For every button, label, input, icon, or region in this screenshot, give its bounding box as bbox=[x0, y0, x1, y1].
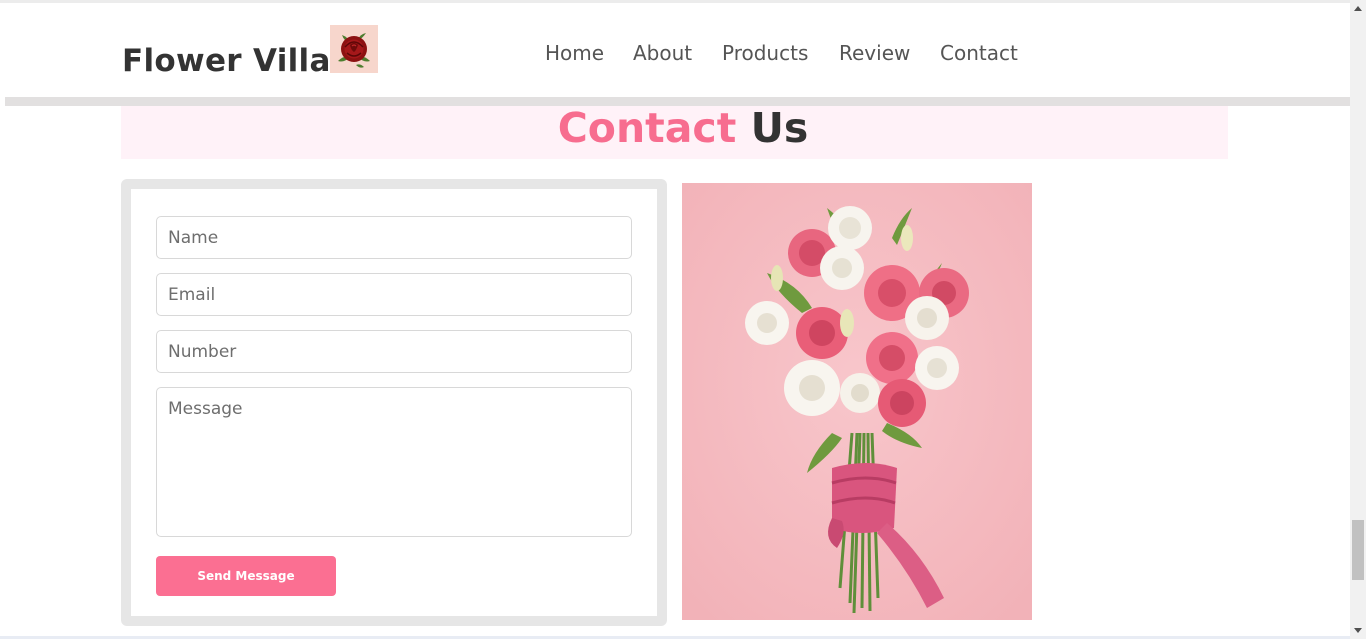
flower-bouquet-image bbox=[682, 183, 1032, 620]
send-message-button[interactable]: Send Message bbox=[156, 556, 336, 596]
rose-logo-icon bbox=[330, 25, 378, 73]
contact-heading-accent: Contact bbox=[557, 104, 737, 152]
scrollbar-thumb[interactable] bbox=[1352, 520, 1364, 580]
name-input[interactable] bbox=[156, 216, 632, 259]
number-input[interactable] bbox=[156, 330, 632, 373]
nav-contact[interactable]: Contact bbox=[940, 41, 1018, 65]
contact-heading: Contact Us bbox=[0, 104, 1366, 152]
nav-products[interactable]: Products bbox=[722, 41, 808, 65]
nav-about[interactable]: About bbox=[633, 41, 692, 65]
scroll-down-arrow-icon[interactable] bbox=[1354, 628, 1362, 633]
email-input[interactable] bbox=[156, 273, 632, 316]
site-header: Flower Villa Home About Products Review … bbox=[0, 3, 1350, 97]
nav-review[interactable]: Review bbox=[839, 41, 910, 65]
contact-heading-rest: Us bbox=[750, 104, 809, 152]
scroll-up-arrow-icon[interactable] bbox=[1354, 6, 1362, 11]
nav-home[interactable]: Home bbox=[545, 41, 604, 65]
site-brand[interactable]: Flower Villa bbox=[122, 43, 331, 79]
message-textarea[interactable] bbox=[156, 387, 632, 537]
